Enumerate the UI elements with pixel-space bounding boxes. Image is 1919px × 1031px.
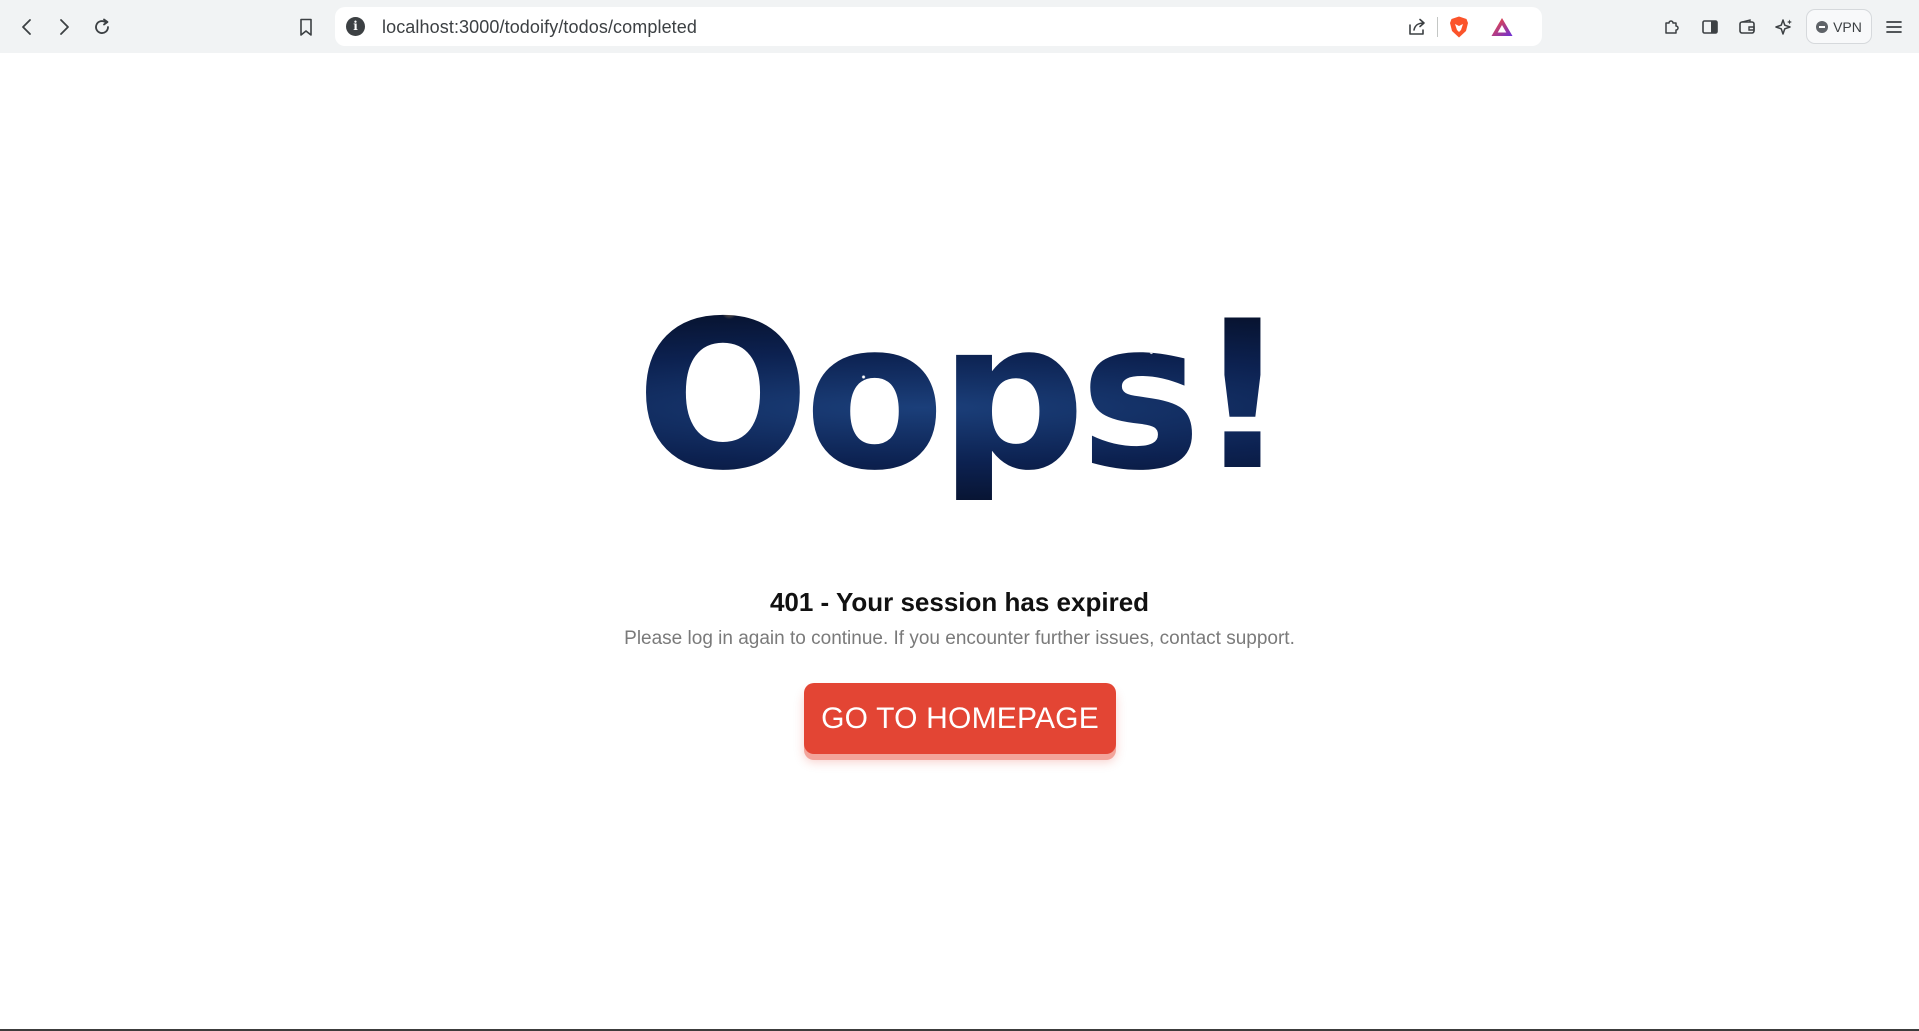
leo-ai-icon [1775, 19, 1792, 35]
urlbar-separator [1437, 17, 1438, 37]
vpn-button[interactable]: VPN [1806, 9, 1872, 44]
reload-button[interactable] [86, 11, 118, 43]
forward-icon [60, 19, 69, 35]
brave-shields-icon [1450, 16, 1468, 38]
go-to-homepage-button[interactable]: GO TO HOMEPAGE [804, 683, 1116, 754]
sidebar-button[interactable] [1696, 13, 1724, 41]
extensions-button[interactable] [1658, 13, 1686, 41]
vpn-label: VPN [1833, 18, 1862, 35]
vpn-icon [1816, 20, 1829, 33]
share-button[interactable] [1404, 15, 1430, 39]
menu-icon [1886, 21, 1902, 33]
brave-shields-button[interactable] [1446, 15, 1472, 39]
url-text[interactable]: localhost:3000/todoify/todos/completed [382, 17, 697, 38]
error-heading: 401 - Your session has expired [769, 587, 1150, 617]
browser-toolbar: i localhost:3000/todoify/todos/completed… [0, 0, 1919, 53]
oops-title: Oops! [0, 295, 1919, 500]
reload-icon [95, 18, 109, 34]
menu-button[interactable] [1880, 13, 1908, 41]
extensions-icon [1665, 20, 1679, 34]
bookmark-button[interactable] [290, 11, 322, 43]
wallet-icon [1739, 19, 1755, 34]
forward-button[interactable] [48, 11, 80, 43]
leo-ai-button[interactable] [1770, 13, 1798, 41]
sidebar-icon [1702, 20, 1718, 34]
address-bar[interactable]: i localhost:3000/todoify/todos/completed [335, 7, 1542, 46]
wallet-button[interactable] [1733, 13, 1761, 41]
brave-rewards-button[interactable] [1489, 15, 1515, 39]
bookmark-icon [300, 18, 312, 36]
brave-rewards-icon [1491, 18, 1513, 36]
site-info-icon[interactable]: i [346, 17, 365, 36]
back-icon [22, 19, 31, 35]
back-button[interactable] [11, 11, 43, 43]
error-message: Please log in again to continue. If you … [624, 628, 1295, 649]
share-icon [1409, 18, 1425, 35]
page-content [0, 53, 1919, 1031]
